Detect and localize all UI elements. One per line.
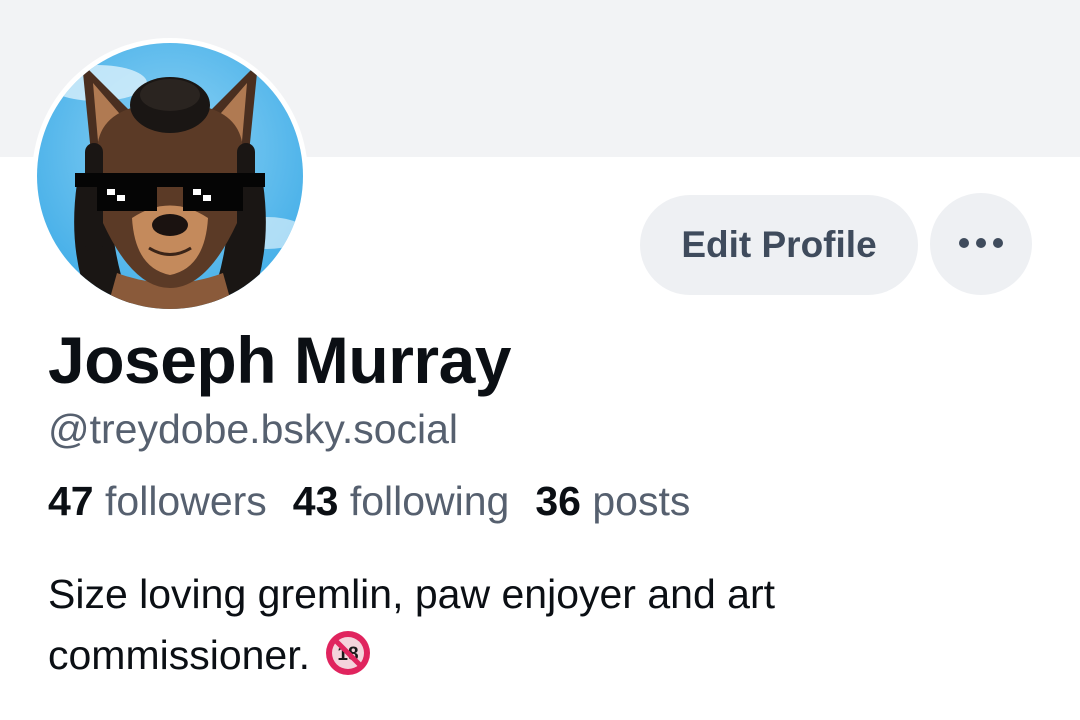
followers-label: followers: [105, 478, 267, 524]
profile-stats: 47 followers 43 following 36 posts: [48, 478, 690, 525]
display-name: Joseph Murray: [48, 323, 511, 397]
following-label: following: [349, 478, 510, 524]
followers-count: 47: [48, 478, 94, 524]
bio-text: Size loving gremlin, paw enjoyer and art…: [48, 571, 775, 678]
profile-bio: Size loving gremlin, paw enjoyer and art…: [48, 564, 1028, 694]
posts-stat: 36 posts: [535, 478, 690, 525]
no-one-under-eighteen-icon: 18: [324, 629, 372, 694]
profile-avatar[interactable]: [32, 38, 308, 314]
more-horizontal-icon: [958, 237, 1004, 252]
profile-handle: @treydobe.bsky.social: [48, 406, 459, 452]
posts-count: 36: [535, 478, 581, 524]
edit-profile-button[interactable]: Edit Profile: [640, 195, 918, 295]
following-count: 43: [292, 478, 339, 524]
following-link[interactable]: 43 following: [293, 478, 510, 525]
avatar-image: [37, 43, 303, 309]
profile-page: Edit Profile Joseph Murray @treydobe.bsk…: [0, 0, 1080, 720]
more-options-button[interactable]: [930, 193, 1032, 295]
followers-link[interactable]: 47 followers: [48, 478, 267, 525]
posts-label: posts: [592, 478, 691, 524]
